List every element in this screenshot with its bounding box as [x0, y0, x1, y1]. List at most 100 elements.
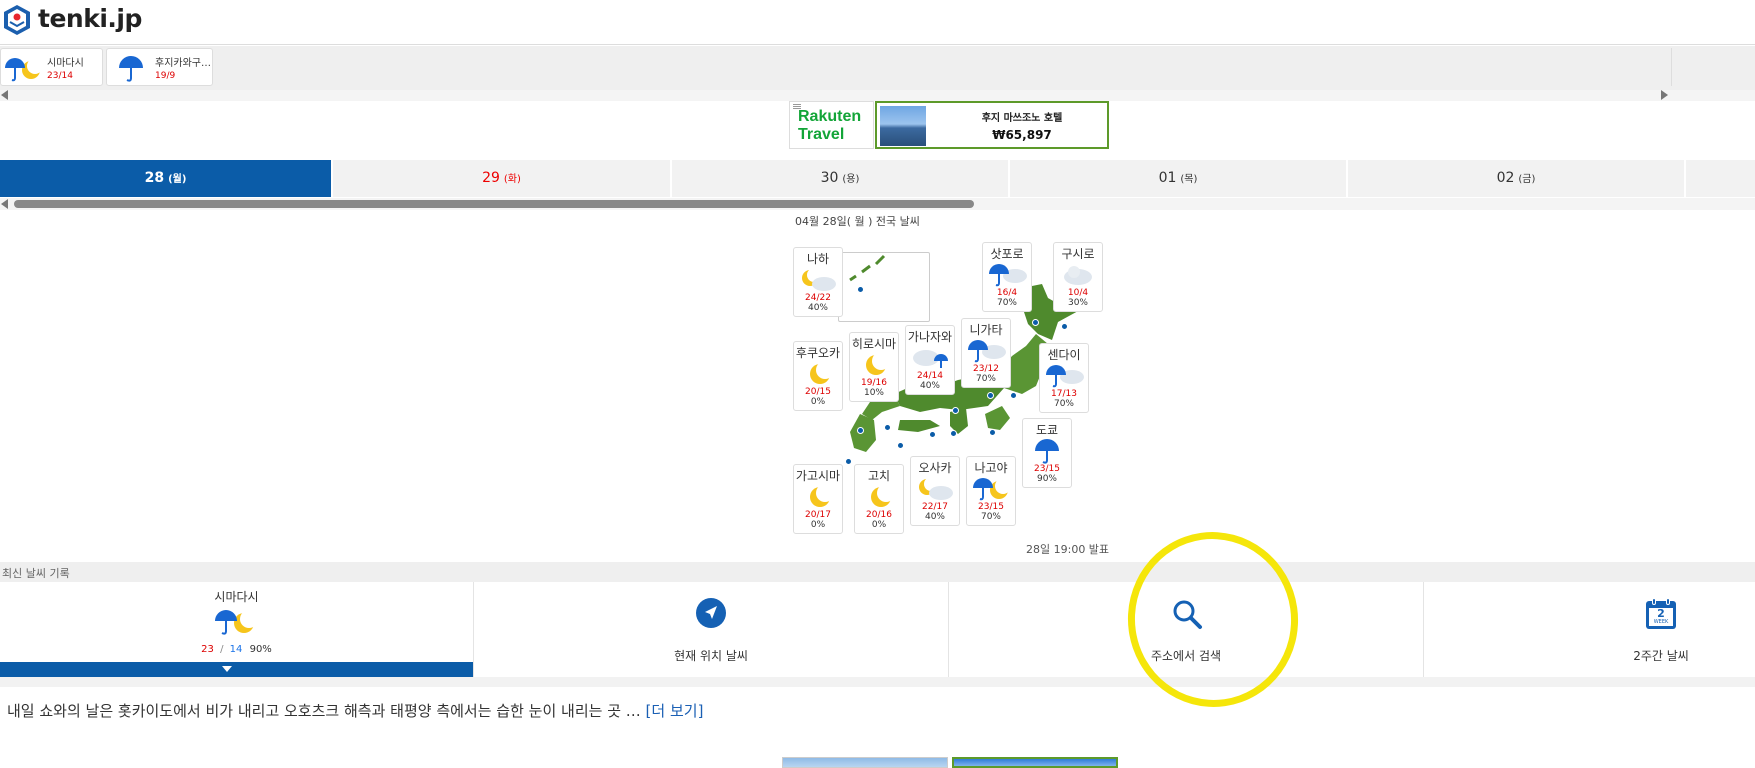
current-city-expand-bar[interactable] — [0, 662, 473, 677]
scrollbar-thumb[interactable] — [14, 200, 974, 208]
tab-date[interactable]: 01 (목) — [1010, 160, 1348, 197]
city-weather-naha[interactable]: 나하 24/22 40% — [793, 247, 843, 317]
site-header: tenki.jp — [0, 0, 1755, 45]
recent-city-temp: 19/9 — [155, 71, 176, 81]
umbrella-cloud-icon — [989, 264, 1027, 287]
recent-record-header: 최신 날씨 기록 — [0, 562, 1755, 582]
tab-day: 28 — [144, 170, 165, 186]
city-pop: 40% — [807, 303, 828, 313]
date-tabs: 28 (월) 29 (화) 30 (용) 01 (목) 02 (금) — [0, 160, 1755, 197]
strip-edit-area[interactable] — [1671, 48, 1755, 86]
city-pop: 0% — [871, 520, 887, 530]
ad-banner[interactable]: Rakuten Travel 후지 마쓰조노 호텔 ₩65,897 — [789, 101, 1109, 149]
tab-weekday: (금) — [1518, 174, 1536, 185]
city-weather-hiroshima[interactable]: 히로시마 19/16 10% — [849, 332, 899, 402]
recent-strip-scrollbar[interactable] — [0, 90, 1755, 101]
logo-text[interactable]: tenki.jp — [38, 4, 142, 33]
map-pin[interactable] — [857, 427, 864, 434]
current-city-name: 시마다시 — [214, 590, 259, 604]
city-name: 니가타 — [969, 323, 1003, 337]
city-pop: 0% — [810, 397, 826, 407]
city-pop: 30% — [1067, 298, 1088, 308]
city-weather-kanazawa[interactable]: 가나자와 24/14 40% — [905, 325, 955, 395]
city-weather-sapporo[interactable]: 삿포로 16/4 70% — [982, 242, 1032, 312]
tenki-logo-icon[interactable] — [2, 4, 32, 36]
map-pin[interactable] — [952, 407, 959, 414]
tab-date[interactable]: 30 (용) — [672, 160, 1010, 197]
quick-nav-row: 시마다시 23 / 14 90% 현재 위치 날씨 주소에서 검색 2 WEEK… — [0, 582, 1755, 677]
city-temp: 17/13 — [1051, 389, 1077, 399]
scroll-right-arrow-icon[interactable] — [1661, 90, 1668, 100]
moon-cloud-icon — [802, 268, 836, 291]
city-temp: 20/16 — [866, 510, 892, 520]
thumbnail-image[interactable] — [952, 757, 1118, 768]
map-pin[interactable] — [1032, 319, 1039, 326]
tab-date[interactable]: 29 (화) — [333, 160, 672, 197]
thumbnail-image[interactable] — [782, 757, 948, 768]
city-weather-fukuoka[interactable]: 후쿠오카 20/15 0% — [793, 341, 843, 411]
current-location-label: 현재 위치 날씨 — [674, 649, 748, 663]
city-name: 삿포로 — [990, 247, 1024, 261]
highlight-circle — [1116, 521, 1310, 718]
forecast-summary: 내일 쇼와의 날은 홋카이도에서 비가 내리고 오호츠크 해측과 태평양 측에서… — [7, 700, 703, 721]
city-pop: 10% — [863, 388, 884, 398]
two-week-label: 2주간 날씨 — [1633, 649, 1689, 663]
recent-city-card[interactable]: 후지카와구… 19/9 — [106, 48, 213, 86]
city-name: 고치 — [867, 469, 891, 483]
tab-weekday: (월) — [168, 174, 187, 185]
city-weather-kochi[interactable]: 고치 20/16 0% — [854, 464, 904, 534]
scroll-left-arrow-icon[interactable] — [1, 199, 8, 209]
ad-hotel-box[interactable]: 후지 마쓰조노 호텔 ₩65,897 — [875, 101, 1109, 149]
moon-cloud-icon — [919, 477, 953, 500]
city-pop: 70% — [975, 374, 996, 384]
map-pin[interactable] — [1010, 392, 1017, 399]
city-weather-sendai[interactable]: 센다이 17/13 70% — [1039, 343, 1089, 413]
city-temp: 20/17 — [805, 510, 831, 520]
recent-city-card[interactable]: 시마다시 23/14 — [0, 48, 103, 86]
summary-text: 내일 쇼와의 날은 홋카이도에서 비가 내리고 오호츠크 해측과 태평양 측에서… — [7, 702, 641, 720]
map-pin[interactable] — [884, 424, 891, 431]
current-city-temps: 23 / 14 90% — [0, 644, 473, 655]
bottom-thumbnails[interactable] — [782, 757, 1118, 768]
city-weather-kagoshima[interactable]: 가고시마 20/17 0% — [793, 464, 843, 534]
okinawa-inset — [838, 252, 930, 322]
ad-brand-box[interactable]: Rakuten Travel — [789, 101, 874, 149]
announcement-time: 28일 19:00 발표 — [1026, 543, 1110, 556]
moon-icon — [810, 361, 834, 384]
map-pin[interactable] — [1061, 323, 1068, 330]
city-weather-kushiro[interactable]: 구시로 10/4 30% — [1053, 242, 1103, 312]
map-pin[interactable] — [929, 431, 936, 438]
city-pop: 40% — [919, 381, 940, 391]
date-tabs-scrollbar[interactable] — [0, 198, 1755, 210]
map-pin[interactable] — [987, 392, 994, 399]
tab-date[interactable]: 02 (금) — [1348, 160, 1686, 197]
two-week-weather-button[interactable]: 2 WEEK 2주간 날씨 — [1424, 582, 1755, 677]
current-city-card[interactable]: 시마다시 23 / 14 90% — [0, 582, 474, 677]
tab-day: 02 — [1496, 170, 1515, 186]
ad-menu-icon[interactable] — [793, 104, 801, 105]
city-name: 후쿠오카 — [795, 346, 841, 360]
read-more-link[interactable]: [더 보기] — [646, 702, 704, 720]
current-location-button[interactable]: 현재 위치 날씨 — [474, 582, 949, 677]
map-pin[interactable] — [950, 430, 957, 437]
temp-separator: / — [220, 644, 224, 655]
chevron-down-icon — [222, 666, 232, 672]
tab-weekday: (용) — [842, 174, 860, 185]
map-pin[interactable] — [897, 442, 904, 449]
city-weather-tokyo[interactable]: 도쿄 23/15 90% — [1022, 418, 1072, 488]
map-pin[interactable] — [989, 429, 996, 436]
tab-day: 29 — [482, 170, 500, 186]
map-pin[interactable] — [857, 286, 864, 293]
tab-date[interactable]: 28 (월) — [0, 160, 333, 197]
scroll-left-arrow-icon[interactable] — [1, 90, 8, 100]
city-weather-niigata[interactable]: 니가타 23/12 70% — [961, 318, 1011, 388]
umbrella-moon-icon — [973, 478, 1011, 501]
city-pop: 70% — [980, 512, 1001, 522]
map-pin[interactable] — [845, 458, 852, 465]
tab-day: 30 — [820, 170, 839, 186]
city-temp: 16/4 — [996, 288, 1018, 298]
city-weather-osaka[interactable]: 오사카 22/17 40% — [910, 456, 960, 526]
city-weather-nagoya[interactable]: 나고야 23/15 70% — [966, 456, 1016, 526]
recent-record-label: 최신 날씨 기록 — [2, 567, 70, 580]
tab-weekday: (화) — [503, 174, 521, 185]
